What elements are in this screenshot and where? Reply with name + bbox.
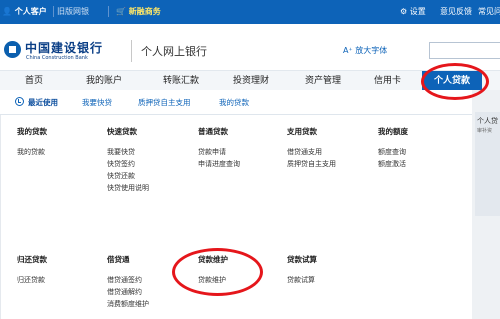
annotation-circle-loan-maintenance (172, 248, 263, 296)
old-version-link[interactable]: 旧版网银 (57, 6, 89, 18)
personal-customer-link[interactable]: 👤 个人客户 (2, 6, 47, 18)
new-finance-link[interactable]: 🛒 新融商务 (116, 6, 161, 18)
menu-header: 支用贷款 (287, 127, 317, 136)
menu-column-my-loan: 我的贷款 我的贷款 (17, 127, 47, 158)
menu-column-repay: 归还贷款 归还贷款 (17, 255, 47, 286)
menu-link[interactable]: 我的贷款 (17, 146, 47, 158)
settings-label: 设置 (409, 7, 426, 16)
menu-header: 普通贷款 (198, 127, 228, 136)
menu-header: 贷款试算 (287, 255, 317, 264)
menu-link[interactable]: 快贷还款 (107, 170, 149, 182)
annotation-circle-nav-loan (421, 63, 489, 100)
personal-customer-label: 个人客户 (14, 7, 47, 16)
nav-transfer[interactable]: 转账汇款 (163, 71, 199, 91)
brand-header: 中国建设银行 China Construction Bank 个人网上银行 A⁺… (0, 24, 500, 70)
menu-link[interactable]: 消费额度维护 (107, 298, 149, 310)
divider (131, 40, 132, 62)
my-loan-link[interactable]: 我的贷款 (219, 97, 249, 108)
menu-column-draw-loan: 支用贷款 借贷通支用 质押贷自主支用 (287, 127, 336, 170)
feedback-link[interactable]: 意见反馈 (440, 6, 472, 18)
pledge-loan-link[interactable]: 质押贷自主支用 (138, 97, 191, 108)
menu-link[interactable]: 借贷通签约 (107, 274, 149, 286)
menu-link[interactable]: 贷款申请 (198, 146, 240, 158)
nav-investment[interactable]: 投资理财 (233, 71, 269, 91)
help-link[interactable]: 常见问 (478, 6, 500, 18)
promo-title: 个人贷 (477, 117, 498, 125)
top-bar: 👤 个人客户 旧版网银 🛒 新融商务 ⚙ 设置 意见反馈 常见问 (0, 0, 500, 24)
menu-header: 我的额度 (378, 127, 408, 136)
menu-column-loan-calculator: 贷款试算 贷款试算 (287, 255, 317, 286)
menu-link[interactable]: 贷款试算 (287, 274, 317, 286)
menu-link[interactable]: 借贷通支用 (287, 146, 336, 158)
quick-links-bar: 最近使用 我要快贷 质押贷自主支用 我的贷款 (0, 90, 472, 115)
menu-column-normal-loan: 普通贷款 贷款申请 申请进度查询 (198, 127, 240, 170)
menu-header: 我的贷款 (17, 127, 47, 136)
menu-link[interactable]: 我要快贷 (107, 146, 149, 158)
recent-used-label: 最近使用 (28, 98, 58, 107)
menu-header: 借贷通 (107, 255, 130, 264)
menu-link[interactable]: 额度查询 (378, 146, 408, 158)
settings-link[interactable]: ⚙ 设置 (400, 6, 426, 18)
menu-column-quick-loan: 快速贷款 我要快贷 快贷签约 快贷还款 快贷使用说明 (107, 127, 149, 194)
bank-name-en: China Construction Bank (26, 55, 88, 61)
enlarge-font-button[interactable]: A⁺ 放大字体 (343, 45, 387, 56)
divider (53, 6, 54, 17)
nav-my-account[interactable]: 我的账户 (86, 71, 122, 91)
promo-subtitle: 审补资 (477, 128, 493, 134)
clock-icon (15, 97, 24, 106)
menu-column-jiedaitong: 借贷通 借贷通签约 借贷通解约 消费额度维护 (107, 255, 149, 310)
bank-name-cn: 中国建设银行 (25, 41, 104, 55)
menu-header: 归还贷款 (17, 255, 47, 264)
menu-link[interactable]: 申请进度查询 (198, 158, 240, 170)
ccb-logo-icon (4, 41, 21, 58)
menu-header: 快速贷款 (107, 127, 137, 136)
site-title: 个人网上银行 (141, 45, 207, 58)
menu-link[interactable]: 归还贷款 (17, 274, 47, 286)
new-finance-label: 新融商务 (128, 7, 161, 16)
menu-link[interactable]: 额度激活 (378, 158, 408, 170)
nav-credit-card[interactable]: 信用卡 (374, 71, 401, 91)
nav-home[interactable]: 首页 (25, 71, 43, 91)
menu-link[interactable]: 质押贷自主支用 (287, 158, 336, 170)
quick-loan-link[interactable]: 我要快贷 (82, 97, 112, 108)
menu-link[interactable]: 借贷通解约 (107, 286, 149, 298)
nav-asset-management[interactable]: 资产管理 (305, 71, 341, 91)
divider (108, 6, 109, 17)
menu-link[interactable]: 快贷使用说明 (107, 182, 149, 194)
menu-link[interactable]: 快贷签约 (107, 158, 149, 170)
menu-column-my-limit: 我的额度 额度查询 额度激活 (378, 127, 408, 170)
side-banner: 个人贷 审补资 (472, 90, 500, 319)
search-input[interactable] (429, 42, 500, 59)
